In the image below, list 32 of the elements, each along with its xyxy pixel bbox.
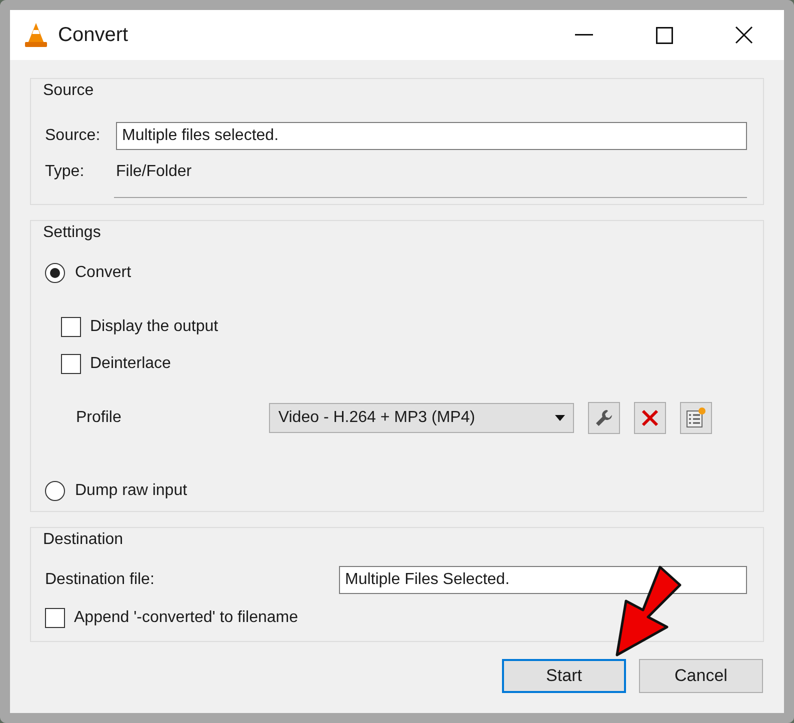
type-value: File/Folder: [116, 163, 192, 181]
profile-label: Profile: [76, 409, 122, 427]
checkbox-label: Deinterlace: [90, 354, 171, 372]
list-icon: [685, 407, 708, 429]
field-label: Source:: [45, 127, 102, 145]
checkbox[interactable]: [61, 354, 81, 374]
source-field[interactable]: Multiple files selected.: [116, 122, 747, 150]
field-label: Destination file:: [45, 571, 156, 589]
checkbox[interactable]: [45, 608, 65, 628]
group-title: Source: [43, 81, 95, 101]
radio-label: Dump raw input: [75, 482, 188, 500]
radio-button[interactable]: [45, 481, 65, 501]
group-title: Destination: [43, 530, 124, 550]
destination-field[interactable]: Multiple Files Selected.: [339, 566, 747, 594]
checkbox[interactable]: [61, 316, 81, 336]
radio-label: Convert: [75, 264, 132, 282]
checkbox-label: Append '-converted' to filename: [74, 609, 298, 627]
group-title: Settings: [43, 223, 102, 243]
wrench-icon: [594, 408, 614, 428]
new-profile-button[interactable]: [680, 402, 712, 434]
dialog-button[interactable]: Start: [502, 659, 626, 693]
radio-button[interactable]: [45, 263, 65, 283]
wrench-button[interactable]: [588, 402, 620, 434]
dialog-button[interactable]: Cancel: [639, 659, 763, 693]
window-title: Convert: [58, 24, 130, 46]
traffic-cone-icon: [24, 22, 48, 48]
delete-icon: [641, 409, 660, 427]
delete-button[interactable]: [634, 402, 666, 434]
caret-icon: [555, 415, 566, 421]
field-label: Type:: [45, 163, 86, 181]
profile-dropdown[interactable]: Video - H.264 + MP3 (MP4): [269, 403, 574, 433]
checkbox-label: Display the output: [90, 318, 218, 336]
